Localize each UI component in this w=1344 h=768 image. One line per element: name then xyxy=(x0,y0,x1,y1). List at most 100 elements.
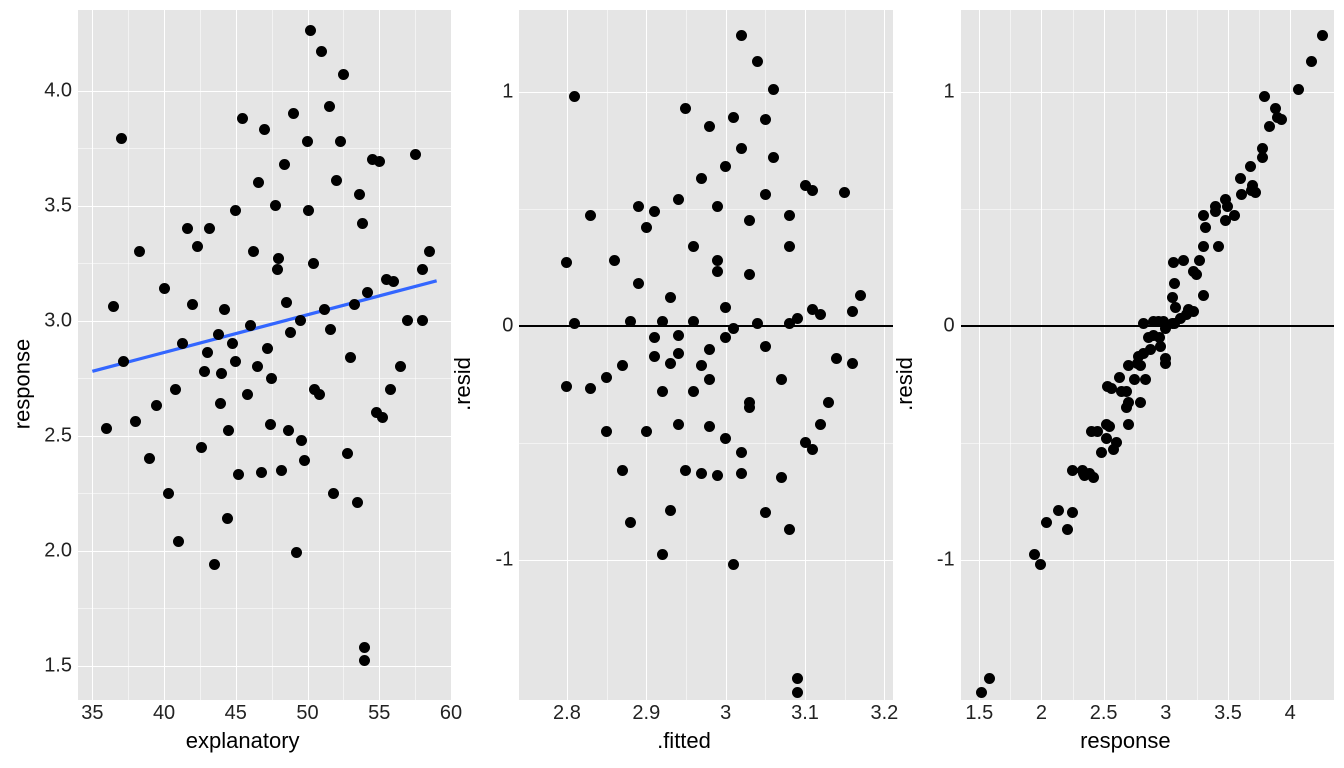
y-axis-title: .resid xyxy=(451,10,475,758)
data-point xyxy=(815,309,826,320)
data-point xyxy=(585,210,596,221)
data-point xyxy=(641,222,652,233)
data-point xyxy=(1160,358,1171,369)
data-point xyxy=(1191,269,1202,280)
y-axis-title: .resid xyxy=(893,10,917,758)
data-point xyxy=(673,330,684,341)
data-point xyxy=(688,386,699,397)
data-point xyxy=(1101,433,1112,444)
data-point xyxy=(1188,306,1199,317)
data-point xyxy=(728,559,739,570)
data-point xyxy=(976,687,987,698)
data-point xyxy=(617,360,628,371)
data-point xyxy=(1067,507,1078,518)
x-axis-ticks: 2.82.933.13.2 xyxy=(519,700,892,728)
data-point xyxy=(1169,278,1180,289)
data-point xyxy=(736,447,747,458)
data-point xyxy=(285,327,296,338)
data-point xyxy=(792,687,803,698)
data-point xyxy=(1088,472,1099,483)
data-point xyxy=(561,381,572,392)
data-point xyxy=(209,559,220,570)
data-point xyxy=(831,353,842,364)
data-point xyxy=(328,488,339,499)
data-point xyxy=(776,472,787,483)
data-point xyxy=(633,278,644,289)
x-axis-ticks: 1.522.533.54 xyxy=(961,700,1334,728)
data-point xyxy=(374,156,385,167)
data-point xyxy=(1104,421,1115,432)
data-point xyxy=(768,152,779,163)
data-point xyxy=(345,352,356,363)
data-point xyxy=(807,444,818,455)
data-point xyxy=(192,241,203,252)
data-point xyxy=(245,320,256,331)
data-point xyxy=(649,332,660,343)
data-point xyxy=(1245,161,1256,172)
data-point xyxy=(1276,114,1287,125)
data-point xyxy=(266,373,277,384)
data-point xyxy=(784,524,795,535)
y-axis-ticks: -101 xyxy=(475,10,519,700)
x-axis-title: response xyxy=(917,728,1334,758)
data-point xyxy=(712,470,723,481)
data-point xyxy=(744,215,755,226)
data-point xyxy=(744,402,755,413)
data-point xyxy=(712,255,723,266)
data-point xyxy=(561,257,572,268)
data-point xyxy=(1096,447,1107,458)
data-point xyxy=(665,358,676,369)
data-point xyxy=(760,114,771,125)
regression-line xyxy=(92,281,436,372)
data-point xyxy=(1200,222,1211,233)
data-point xyxy=(792,673,803,684)
data-point xyxy=(984,673,995,684)
data-point xyxy=(744,269,755,280)
data-point xyxy=(173,536,184,547)
data-point xyxy=(728,323,739,334)
data-point xyxy=(279,159,290,170)
data-point xyxy=(354,189,365,200)
data-point xyxy=(1035,559,1046,570)
data-point xyxy=(696,173,707,184)
data-point xyxy=(116,133,127,144)
data-point xyxy=(649,351,660,362)
data-point xyxy=(296,435,307,446)
data-point xyxy=(784,210,795,221)
data-point xyxy=(1250,187,1261,198)
data-point xyxy=(324,101,335,112)
data-point xyxy=(1235,173,1246,184)
data-point xyxy=(823,397,834,408)
data-point xyxy=(601,372,612,383)
data-point xyxy=(673,348,684,359)
data-point xyxy=(657,386,668,397)
data-point xyxy=(649,206,660,217)
plot-area-2 xyxy=(519,10,892,700)
data-point xyxy=(704,421,715,432)
data-point xyxy=(295,315,306,326)
data-point xyxy=(1041,517,1052,528)
data-point xyxy=(1135,360,1146,371)
data-point xyxy=(1210,201,1221,212)
data-point xyxy=(847,358,858,369)
data-point xyxy=(163,488,174,499)
data-point xyxy=(1317,30,1328,41)
data-point xyxy=(388,276,399,287)
data-point xyxy=(752,318,763,329)
data-point xyxy=(688,316,699,327)
data-point xyxy=(760,507,771,518)
y-axis-title: response xyxy=(10,10,34,758)
data-point xyxy=(256,467,267,478)
data-point xyxy=(196,442,207,453)
data-point xyxy=(359,642,370,653)
plot-area-1 xyxy=(78,10,451,700)
data-point xyxy=(633,201,644,212)
data-point xyxy=(1111,437,1122,448)
data-point xyxy=(585,383,596,394)
data-point xyxy=(1135,397,1146,408)
data-point xyxy=(641,426,652,437)
data-point xyxy=(625,517,636,528)
data-point xyxy=(1229,210,1240,221)
data-point xyxy=(657,316,668,327)
data-point xyxy=(302,136,313,147)
